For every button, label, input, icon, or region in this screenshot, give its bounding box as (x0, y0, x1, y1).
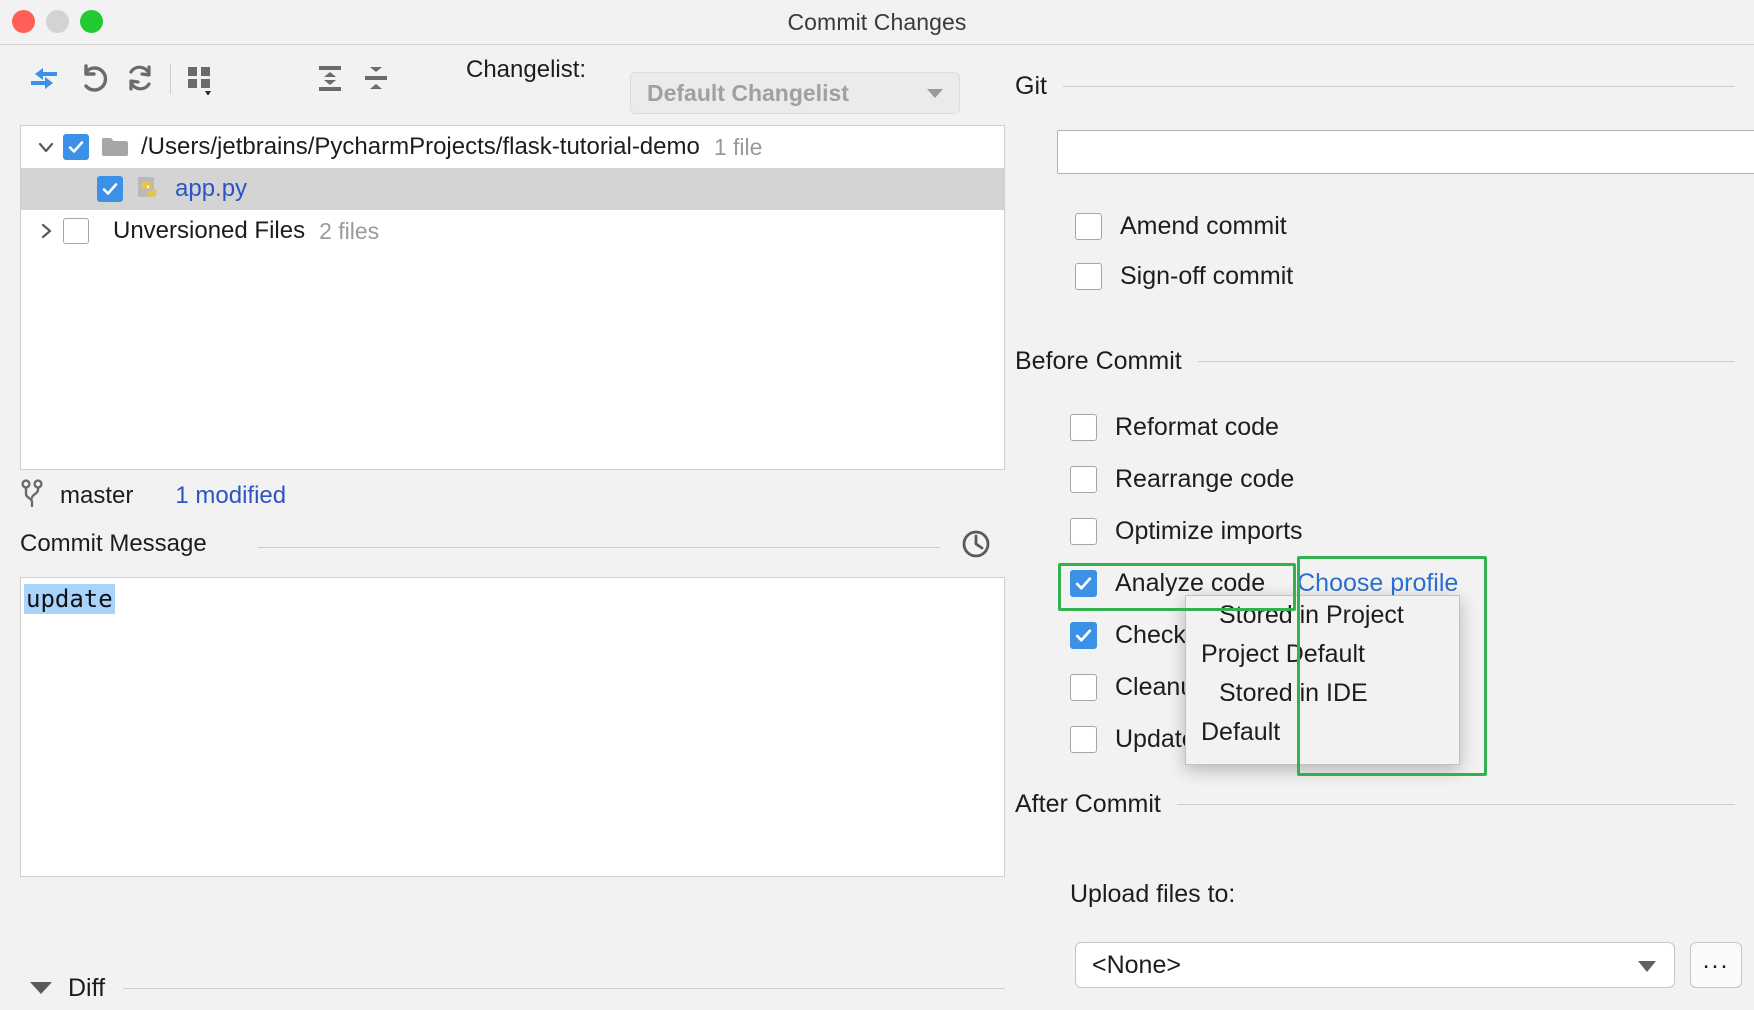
window-title: Commit Changes (0, 0, 1754, 45)
amend-commit-checkbox-row[interactable]: Amend commit (1075, 212, 1287, 241)
tree-row-label: /Users/jetbrains/PycharmProjects/flask-t… (141, 133, 700, 161)
git-section-title: Git (1015, 72, 1047, 101)
amend-commit-label: Amend commit (1120, 212, 1287, 241)
branch-status-bar: master 1 modified (20, 478, 286, 514)
check-todo-checkbox[interactable] (1070, 622, 1097, 649)
upload-files-label: Upload files to: (1070, 880, 1235, 909)
tree-row-label: app.py (175, 175, 247, 203)
optimize-imports-checkbox[interactable] (1070, 518, 1097, 545)
commit-changes-dialog: Commit Changes (0, 0, 1754, 1010)
sign-off-commit-checkbox[interactable] (1075, 263, 1102, 290)
collapse-all-icon[interactable] (358, 60, 394, 96)
git-section-header: Git (1015, 72, 1735, 101)
chevron-right-icon[interactable] (29, 221, 63, 241)
changelist-label: Changelist: (466, 56, 586, 84)
sign-off-commit-label: Sign-off commit (1120, 262, 1293, 291)
profile-dropdown-popup[interactable]: Stored in Project Project Default Stored… (1185, 595, 1460, 765)
cleanup-checkbox[interactable] (1070, 674, 1097, 701)
show-diff-icon[interactable] (26, 60, 62, 96)
before-commit-section-title: Before Commit (1015, 347, 1182, 376)
modified-count-link[interactable]: 1 modified (175, 482, 286, 510)
rearrange-code-label: Rearrange code (1115, 465, 1294, 494)
title-bar: Commit Changes (0, 0, 1754, 45)
upload-files-combobox[interactable]: <None> (1075, 942, 1675, 988)
chevron-down-icon (1638, 961, 1656, 972)
tree-row-checkbox[interactable] (97, 176, 123, 202)
analyze-code-checkbox-row[interactable]: Analyze code Choose profile (1070, 569, 1458, 598)
folder-icon (101, 136, 129, 158)
section-divider (258, 547, 940, 548)
commit-message-value: update (24, 584, 115, 614)
chevron-down-icon (927, 89, 943, 98)
menu-item-default[interactable]: Default (1186, 713, 1459, 752)
tree-row-checkbox[interactable] (63, 134, 89, 160)
browse-upload-target-button[interactable]: ... (1690, 942, 1742, 988)
table-row[interactable]: Unversioned Files 2 files (21, 210, 1004, 252)
commit-message-input[interactable]: update (20, 577, 1005, 877)
changelist-combobox[interactable]: Default Changelist (630, 72, 960, 114)
optimize-imports-label: Optimize imports (1115, 517, 1303, 546)
expand-all-icon[interactable] (312, 60, 348, 96)
git-branch-icon (20, 479, 46, 514)
sign-off-commit-checkbox-row[interactable]: Sign-off commit (1075, 262, 1293, 291)
diff-label: Diff (68, 974, 105, 1003)
triangle-down-icon[interactable] (30, 982, 52, 994)
section-divider (1177, 804, 1735, 805)
refresh-icon[interactable] (122, 60, 158, 96)
menu-item-stored-in-ide[interactable]: Stored in IDE (1186, 674, 1459, 713)
group-by-icon[interactable] (182, 60, 218, 96)
branch-name: master (60, 482, 133, 510)
tree-row-label: Unversioned Files (113, 217, 305, 245)
tree-row-count: 2 files (319, 218, 379, 245)
commit-message-title: Commit Message (20, 530, 207, 558)
reformat-code-label: Reformat code (1115, 413, 1279, 442)
toolbar-separator (170, 64, 171, 94)
menu-item-stored-in-project[interactable]: Stored in Project (1186, 596, 1459, 635)
optimize-imports-checkbox-row[interactable]: Optimize imports (1070, 517, 1303, 546)
table-row[interactable]: /Users/jetbrains/PycharmProjects/flask-t… (21, 126, 1004, 168)
diff-section-header[interactable]: Diff (20, 968, 1005, 1008)
after-commit-section-title: After Commit (1015, 790, 1161, 819)
section-divider (123, 988, 1005, 989)
after-commit-section-header: After Commit (1015, 790, 1735, 819)
author-field[interactable] (1057, 130, 1754, 174)
upload-files-value: <None> (1092, 951, 1181, 980)
menu-item-project-default[interactable]: Project Default (1186, 635, 1459, 674)
chevron-down-icon[interactable] (29, 137, 63, 157)
commit-message-header: Commit Message (20, 530, 1005, 570)
rearrange-code-checkbox-row[interactable]: Rearrange code (1070, 465, 1294, 494)
table-row[interactable]: app.py (21, 168, 1004, 210)
update-copyright-checkbox[interactable] (1070, 726, 1097, 753)
tree-row-checkbox[interactable] (63, 218, 89, 244)
revert-icon[interactable] (76, 60, 112, 96)
changelist-value: Default Changelist (647, 80, 849, 107)
rearrange-code-checkbox[interactable] (1070, 466, 1097, 493)
changed-files-tree[interactable]: /Users/jetbrains/PycharmProjects/flask-t… (20, 125, 1005, 470)
reformat-code-checkbox[interactable] (1070, 414, 1097, 441)
analyze-code-label: Analyze code (1115, 569, 1265, 598)
tree-row-count: 1 file (714, 134, 763, 161)
before-commit-section-header: Before Commit (1015, 347, 1735, 376)
amend-commit-checkbox[interactable] (1075, 213, 1102, 240)
python-file-icon (137, 176, 163, 202)
section-divider (1198, 361, 1735, 362)
analyze-code-checkbox[interactable] (1070, 570, 1097, 597)
reformat-code-checkbox-row[interactable]: Reformat code (1070, 413, 1279, 442)
choose-profile-link[interactable]: Choose profile (1297, 569, 1458, 598)
clock-icon[interactable] (959, 527, 993, 561)
section-divider (1063, 86, 1735, 87)
